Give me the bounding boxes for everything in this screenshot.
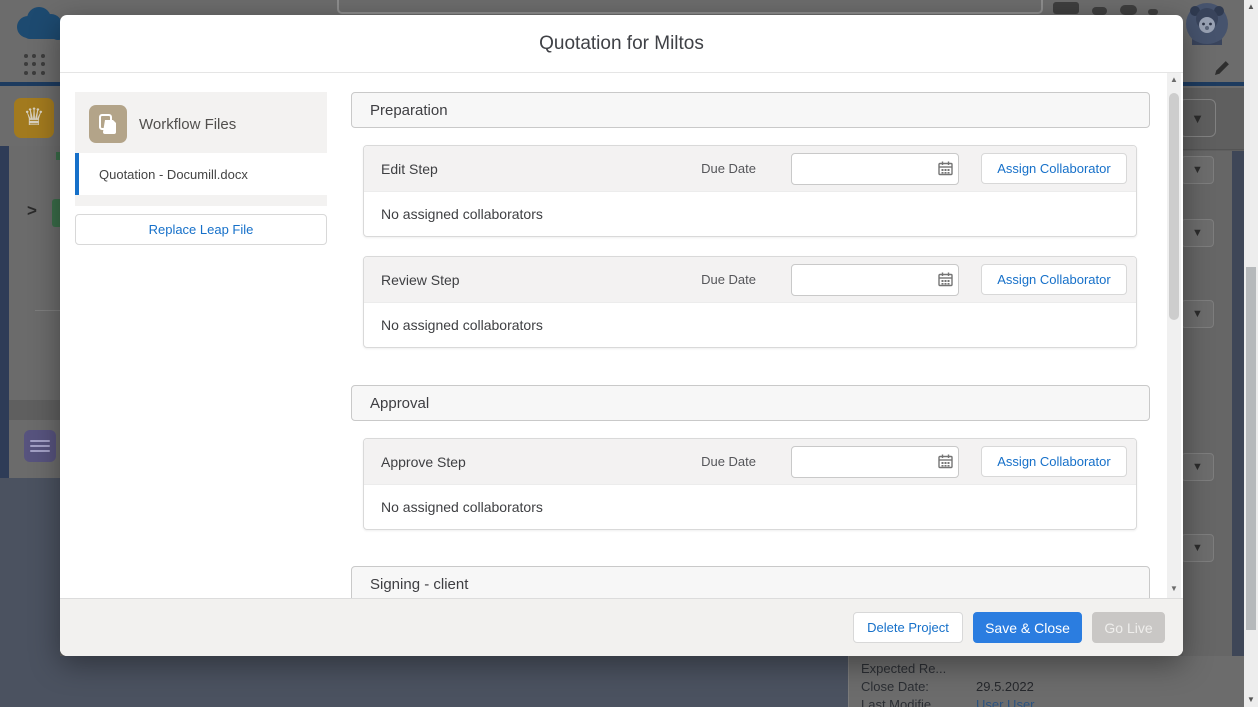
section-header-preparation: Preparation bbox=[351, 92, 1150, 128]
calendar-icon[interactable] bbox=[937, 161, 953, 177]
step-status: No assigned collaborators bbox=[364, 302, 1136, 347]
calendar-icon[interactable] bbox=[937, 454, 953, 470]
field-value-link[interactable]: User User bbox=[976, 696, 1035, 707]
expand-chevron-icon[interactable]: > bbox=[27, 201, 47, 221]
panel-footer-pad bbox=[75, 195, 327, 206]
field-label: Last Modifie... bbox=[861, 696, 976, 707]
field-dropdown[interactable]: ▼ bbox=[1181, 453, 1214, 481]
list-object-icon bbox=[24, 430, 56, 462]
assign-collaborator-button[interactable]: Assign Collaborator bbox=[981, 153, 1127, 184]
spreadsheet-icon bbox=[52, 199, 60, 227]
modal-scrollbar-thumb[interactable] bbox=[1169, 93, 1179, 320]
record-field-row: Close Date: 29.5.2022 bbox=[861, 678, 1244, 696]
step-status: No assigned collaborators bbox=[364, 484, 1136, 529]
due-date-input[interactable] bbox=[791, 446, 959, 478]
due-date-label: Due Date bbox=[701, 161, 756, 176]
step-name: Review Step bbox=[381, 272, 460, 288]
leap-app-crown-icon[interactable]: ♛ bbox=[14, 98, 54, 138]
assign-collaborator-button[interactable]: Assign Collaborator bbox=[981, 446, 1127, 477]
due-date-input[interactable] bbox=[791, 153, 959, 185]
field-dropdown[interactable]: ▼ bbox=[1181, 156, 1214, 184]
record-field-row: Expected Re... bbox=[861, 660, 1244, 678]
replace-leap-file-button[interactable]: Replace Leap File bbox=[75, 214, 327, 245]
due-date-label: Due Date bbox=[701, 272, 756, 287]
delete-project-button[interactable]: Delete Project bbox=[853, 612, 963, 643]
screen: ♛ > ▼ ▼ ▼ ▼ ▼ ▼ Expected Re... Close Dat… bbox=[0, 0, 1258, 707]
setup-gear-icon[interactable] bbox=[1120, 5, 1137, 15]
modal-header: Quotation for Miltos bbox=[60, 15, 1183, 73]
workflow-sections: Preparation Edit Step Due Date bbox=[351, 73, 1150, 598]
due-date-field bbox=[791, 264, 959, 296]
scroll-up-icon[interactable]: ▲ bbox=[1244, 0, 1258, 14]
section-header-approval: Approval bbox=[351, 385, 1150, 421]
workflow-file-item-selected[interactable]: Quotation - Documill.docx bbox=[75, 153, 327, 195]
record-field-row: Last Modifie... User User bbox=[861, 696, 1244, 707]
field-dropdown[interactable]: ▼ bbox=[1181, 219, 1214, 247]
step-card-review: Review Step Due Date bbox=[363, 256, 1137, 348]
modal-body: Workflow Files Quotation - Documill.docx… bbox=[60, 73, 1183, 598]
section-header-signing-client: Signing - client bbox=[351, 566, 1150, 598]
step-status: No assigned collaborators bbox=[364, 191, 1136, 236]
workflow-files-icon bbox=[89, 105, 127, 143]
project-workflow-modal: Quotation for Miltos Workflow Files Quot… bbox=[60, 15, 1183, 656]
help-icon[interactable] bbox=[1092, 7, 1107, 15]
step-name: Approve Step bbox=[381, 454, 466, 470]
workflow-files-header: Workflow Files bbox=[75, 92, 327, 153]
calendar-icon[interactable] bbox=[937, 272, 953, 288]
step-card-approve: Approve Step Due Date bbox=[363, 438, 1137, 530]
step-card-header: Review Step Due Date bbox=[364, 257, 1136, 302]
step-card-edit: Edit Step Due Date bbox=[363, 145, 1137, 237]
due-date-label: Due Date bbox=[701, 454, 756, 469]
record-actions-dropdown[interactable]: ▼ bbox=[1179, 99, 1216, 137]
user-avatar[interactable] bbox=[1186, 3, 1228, 45]
field-label: Close Date: bbox=[861, 678, 976, 696]
workflow-files-title: Workflow Files bbox=[139, 116, 236, 133]
field-label: Expected Re... bbox=[861, 660, 976, 678]
salesforce-logo-icon bbox=[13, 5, 67, 45]
modal-title: Quotation for Miltos bbox=[539, 33, 704, 55]
field-dropdown[interactable]: ▼ bbox=[1181, 300, 1214, 328]
field-value: 29.5.2022 bbox=[976, 678, 1034, 696]
assign-collaborator-button[interactable]: Assign Collaborator bbox=[981, 264, 1127, 295]
due-date-field bbox=[791, 153, 959, 185]
page-background bbox=[0, 656, 848, 707]
favorites-icon[interactable] bbox=[1053, 2, 1079, 14]
scroll-down-icon[interactable]: ▼ bbox=[1167, 582, 1181, 596]
scroll-down-icon[interactable]: ▼ bbox=[1244, 693, 1258, 707]
app-launcher-icon[interactable] bbox=[24, 54, 46, 76]
field-dropdown[interactable]: ▼ bbox=[1181, 534, 1214, 562]
due-date-input[interactable] bbox=[791, 264, 959, 296]
page-background-strip bbox=[0, 146, 9, 478]
save-and-close-button[interactable]: Save & Close bbox=[973, 612, 1082, 643]
modal-footer: Delete Project Save & Close Go Live bbox=[60, 598, 1183, 656]
page-background-strip bbox=[1232, 151, 1244, 656]
step-card-header: Edit Step Due Date bbox=[364, 146, 1136, 191]
page-scrollbar-thumb[interactable] bbox=[1246, 267, 1256, 630]
step-card-header: Approve Step Due Date bbox=[364, 439, 1136, 484]
record-fields-panel: Expected Re... Close Date: 29.5.2022 Las… bbox=[848, 656, 1244, 707]
background-card bbox=[9, 146, 60, 400]
modal-scrollbar[interactable]: ▲ ▼ bbox=[1167, 73, 1181, 598]
step-name: Edit Step bbox=[381, 161, 438, 177]
page-scrollbar[interactable]: ▲ ▼ bbox=[1244, 0, 1258, 707]
scroll-up-icon[interactable]: ▲ bbox=[1167, 73, 1181, 87]
due-date-field bbox=[791, 446, 959, 478]
go-live-button[interactable]: Go Live bbox=[1092, 612, 1165, 643]
workflow-files-panel: Workflow Files Quotation - Documill.docx… bbox=[75, 92, 327, 245]
global-search-input[interactable] bbox=[337, 0, 1043, 14]
card-divider bbox=[35, 310, 60, 311]
edit-pencil-icon[interactable] bbox=[1212, 58, 1232, 78]
